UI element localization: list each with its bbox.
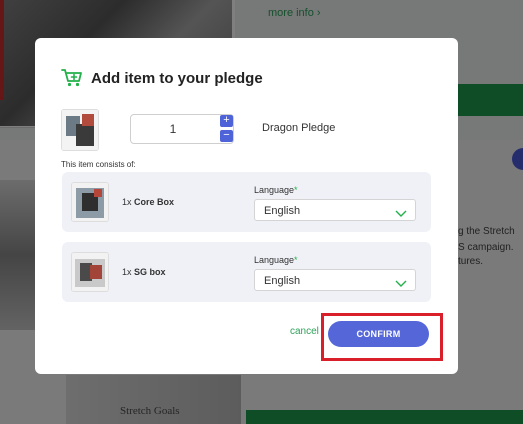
consists-label: This item consists of: <box>61 160 136 169</box>
minus-icon[interactable]: − <box>220 130 233 142</box>
cart-plus-icon <box>61 68 83 88</box>
language-label: Language* <box>254 255 298 265</box>
item-quantity: 1x Core Box <box>122 197 175 207</box>
language-select[interactable]: English <box>254 269 416 291</box>
quantity-input[interactable] <box>132 116 214 142</box>
quantity-stepper <box>130 114 234 144</box>
language-label: Language* <box>254 185 298 195</box>
language-value: English <box>264 205 301 217</box>
list-item: 1x Core Box Language* English <box>62 172 431 232</box>
list-item: 1x SG box Language* English <box>62 242 431 302</box>
modal-header: Add item to your pledge <box>61 68 263 88</box>
plus-icon[interactable]: + <box>220 115 233 127</box>
chevron-down-icon <box>395 205 407 217</box>
chevron-down-icon <box>395 275 407 287</box>
language-select[interactable]: English <box>254 199 416 221</box>
pledge-name: Dragon Pledge <box>262 122 336 134</box>
pledge-thumbnail <box>61 109 99 151</box>
sg-box-thumbnail <box>71 252 109 292</box>
modal-title: Add item to your pledge <box>91 69 263 87</box>
highlight-box <box>321 313 443 361</box>
cancel-button[interactable]: cancel <box>290 326 319 337</box>
core-box-thumbnail <box>71 182 109 222</box>
item-quantity: 1x SG box <box>122 267 166 277</box>
language-value: English <box>264 275 301 287</box>
